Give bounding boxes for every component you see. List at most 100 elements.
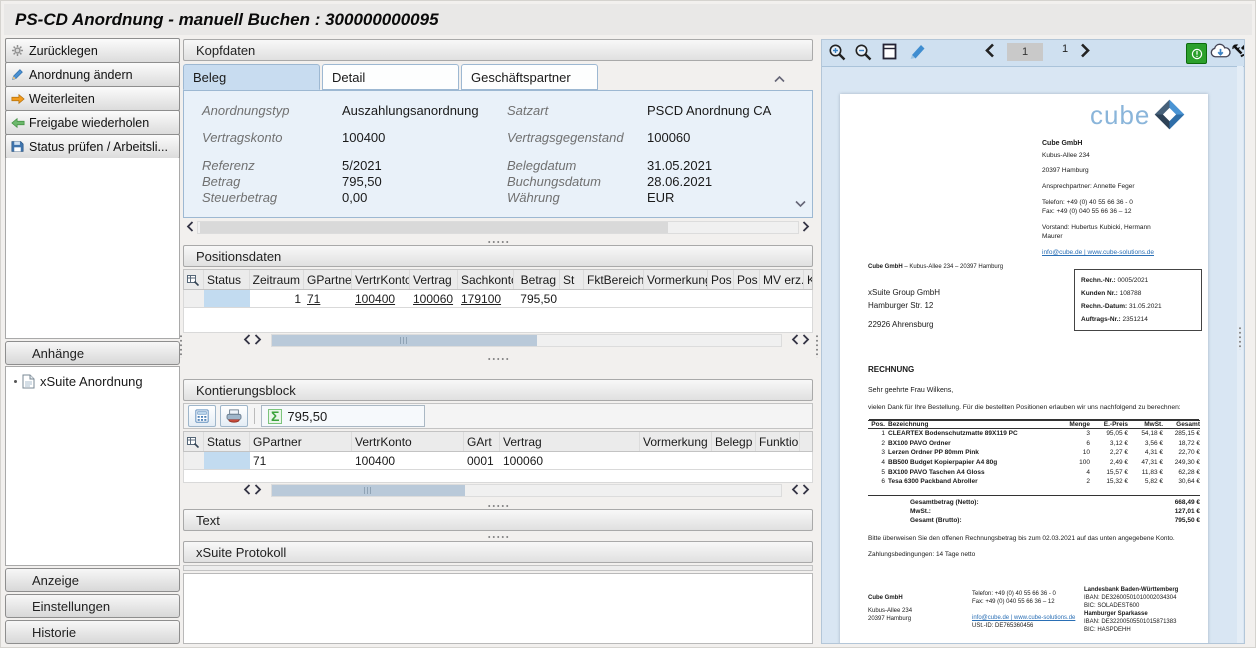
scroll-right-icon[interactable] <box>254 482 262 500</box>
fit-page-icon[interactable] <box>882 43 897 60</box>
page-number-input[interactable]: 1 <box>1007 43 1043 61</box>
column-header[interactable]: Status <box>204 432 250 451</box>
kopfdaten-section-header[interactable]: Kopfdaten <box>183 39 813 61</box>
status-ok-icon[interactable] <box>1186 43 1207 64</box>
column-header[interactable]: Pos <box>708 270 734 289</box>
einstellungen-section-header[interactable]: Einstellungen <box>5 594 180 618</box>
tools-icon[interactable] <box>1231 43 1245 60</box>
anzeige-section-header[interactable]: Anzeige <box>5 568 180 592</box>
gpartner-value[interactable]: 71 <box>307 292 320 306</box>
col-mwst: MwSt. <box>1128 421 1163 428</box>
viewer-vscrollbar[interactable] <box>1237 66 1243 643</box>
column-header[interactable]: Betrag <box>514 270 560 289</box>
zoom-in-icon[interactable] <box>828 43 846 61</box>
scroll-down-icon[interactable] <box>795 195 806 213</box>
vertrkonto-value[interactable]: 100400 <box>355 292 395 306</box>
gpartner-link[interactable]: 71 <box>304 290 352 307</box>
column-header[interactable]: Zeitraum <box>250 270 304 289</box>
next-page-icon[interactable] <box>1080 43 1090 58</box>
column-header[interactable]: Vormerkung <box>644 270 708 289</box>
calculator-button[interactable] <box>188 405 216 427</box>
company-links[interactable]: info@cube.de | www.cube-solutions.de <box>1042 248 1202 257</box>
tab-detail[interactable]: Detail <box>322 64 459 90</box>
column-header[interactable]: St <box>560 270 584 289</box>
scroll-up-icon[interactable] <box>774 70 785 88</box>
zuruecklegen-button[interactable]: Zurücklegen <box>5 38 180 63</box>
tab-geschaeftspartner[interactable]: Geschäftspartner <box>461 64 598 90</box>
splitter-handle-icon[interactable] <box>1238 326 1242 350</box>
row-selector[interactable] <box>184 452 204 469</box>
scroll-right-icon[interactable] <box>254 332 262 350</box>
field-label: Betrag <box>202 174 240 189</box>
column-header[interactable]: VertrKonto <box>352 432 464 451</box>
panel-splitter[interactable] <box>183 355 813 362</box>
invoice-footer: Cube GmbH Kubus-Allee 234 20397 Hamburg … <box>868 586 1204 634</box>
sachkonto-link[interactable]: 179100 <box>458 290 514 307</box>
vertrag-link[interactable]: 100060 <box>410 290 458 307</box>
footer-links[interactable]: info@cube.de | www.cube-solutions.de <box>972 614 1084 622</box>
scroll-right-icon[interactable] <box>802 219 810 237</box>
tab-beleg[interactable]: Beleg <box>183 64 320 90</box>
splitter-handle-icon[interactable] <box>815 334 819 358</box>
column-header[interactable]: Pos <box>734 270 760 289</box>
row-selector[interactable] <box>184 290 204 307</box>
freigabe-wiederholen-label: Freigabe wiederholen <box>29 116 149 130</box>
anhaenge-section-header[interactable]: Anhänge <box>5 341 180 365</box>
table-settings-icon[interactable] <box>184 432 204 451</box>
document-icon <box>22 374 35 389</box>
table-settings-icon[interactable] <box>184 270 204 289</box>
highlighter-icon[interactable] <box>908 43 927 60</box>
column-header[interactable]: GPartner <box>250 432 352 451</box>
weiterleiten-button[interactable]: Weiterleiten <box>5 86 180 111</box>
vertrkonto-link[interactable]: 100400 <box>352 290 410 307</box>
column-header[interactable]: VertrKonto <box>352 270 410 289</box>
scroll-left-icon[interactable] <box>243 482 251 500</box>
column-header[interactable]: Funktio <box>756 432 800 451</box>
scroll-left-icon[interactable] <box>791 482 799 500</box>
panel-splitter[interactable] <box>183 533 813 540</box>
column-header[interactable]: Sachkonto <box>458 270 514 289</box>
prev-page-icon[interactable] <box>985 43 995 58</box>
positionsdaten-hscrollbar[interactable] <box>183 333 813 348</box>
column-header[interactable]: Vertrag <box>410 270 458 289</box>
scroll-left-icon[interactable] <box>791 332 799 350</box>
scroll-left-icon[interactable] <box>186 219 194 237</box>
invoice-terms: Zahlungsbedingungen: 14 Tage netto <box>868 550 975 559</box>
scroll-right-icon[interactable] <box>802 332 810 350</box>
column-header[interactable]: FktBereich <box>584 270 644 289</box>
field-value: PSCD Anordnung CA <box>647 103 771 118</box>
kopfdaten-hscrollbar[interactable] <box>183 220 813 235</box>
column-header[interactable]: Belegp <box>712 432 756 451</box>
vertrag-value[interactable]: 100060 <box>413 292 453 306</box>
status-pruefen-button[interactable]: Status prüfen / Arbeitsli... <box>5 134 180 159</box>
kontierungsblock-section-header[interactable]: Kontierungsblock <box>183 379 813 401</box>
column-header[interactable]: GPartner <box>304 270 352 289</box>
collapsed-panel-strip <box>183 565 813 571</box>
freigabe-wiederholen-button[interactable]: Freigabe wiederholen <box>5 110 180 135</box>
print-button[interactable] <box>220 405 248 427</box>
column-header[interactable]: Status <box>204 270 250 289</box>
download-icon[interactable] <box>1210 43 1231 60</box>
scroll-left-icon[interactable] <box>243 332 251 350</box>
column-header[interactable]: GArt <box>464 432 500 451</box>
column-header[interactable]: Kost <box>804 270 813 289</box>
positionsdaten-table-row[interactable]: 1 71 100400 100060 179100 795,50 <box>183 290 813 308</box>
positionsdaten-section-header[interactable]: Positionsdaten <box>183 245 813 267</box>
sachkonto-value[interactable]: 179100 <box>461 292 501 306</box>
panel-splitter[interactable] <box>183 502 813 509</box>
protokoll-section-header[interactable]: xSuite Protokoll <box>183 541 813 563</box>
anordnung-aendern-button[interactable]: Anordnung ändern <box>5 62 180 87</box>
attachment-item-xsuite-anordnung[interactable]: xSuite Anordnung <box>6 367 179 389</box>
kontierungsblock-hscrollbar[interactable] <box>183 483 813 498</box>
text-section-header[interactable]: Text <box>183 509 813 531</box>
scroll-right-icon[interactable] <box>802 482 810 500</box>
historie-section-header[interactable]: Historie <box>5 620 180 644</box>
splitter-handle-icon[interactable] <box>179 334 183 358</box>
column-header[interactable]: Vormerkung <box>640 432 712 451</box>
zoom-out-icon[interactable] <box>854 43 872 61</box>
column-header[interactable]: Vertrag <box>500 432 640 451</box>
kontierungsblock-table-row[interactable]: 71 100400 0001 100060 <box>183 452 813 470</box>
panel-splitter[interactable] <box>183 238 813 245</box>
viewer-splitter[interactable] <box>813 39 820 644</box>
column-header[interactable]: MV erz. <box>760 270 804 289</box>
